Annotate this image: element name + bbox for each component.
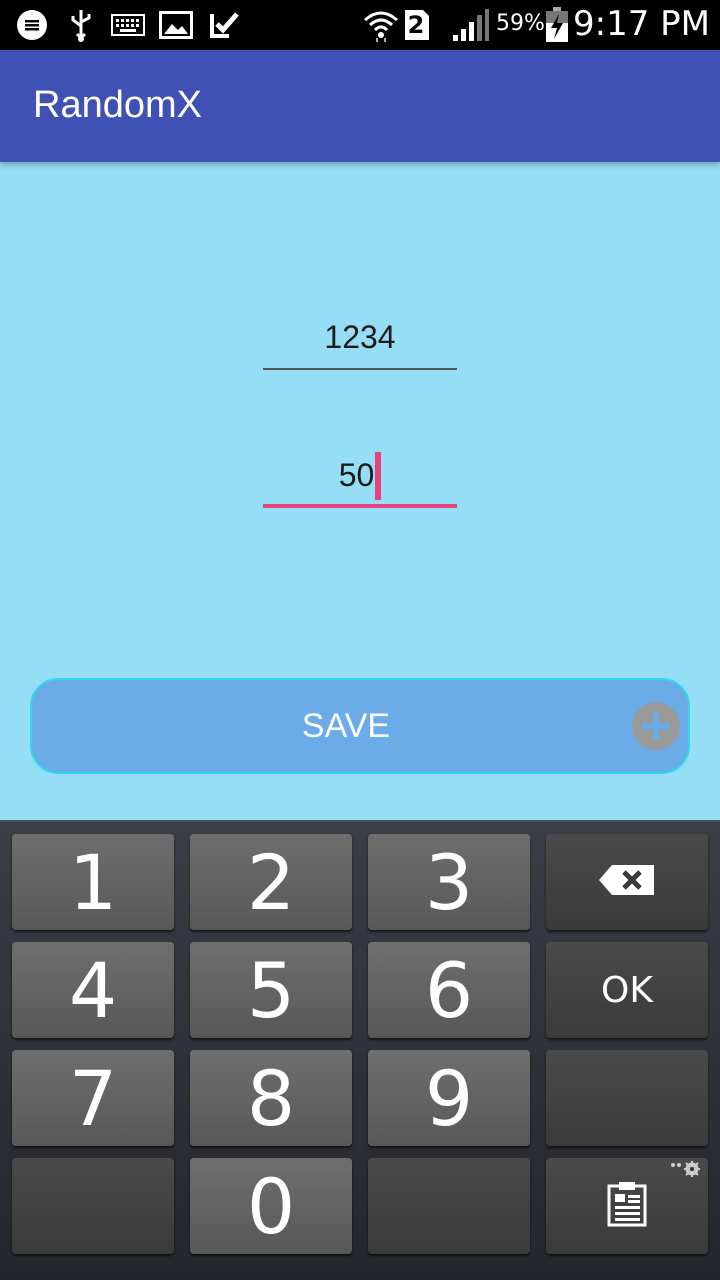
sim-icon: 2: [402, 8, 432, 42]
key-0[interactable]: 0: [190, 1158, 352, 1254]
numeric-keyboard: 1 2 3 4 5 6 OK 7 8 9 0: [0, 820, 720, 1280]
keyboard-icon: [110, 8, 146, 42]
backspace-key[interactable]: [546, 834, 708, 930]
chat-bubble-icon: [14, 8, 50, 42]
app-title: RandomX: [33, 84, 202, 126]
save-button-label: SAVE: [301, 707, 391, 745]
usb-icon: [66, 8, 96, 42]
blank-key-right[interactable]: [546, 1050, 708, 1146]
number-input-2-value: 50: [338, 457, 375, 493]
signal-icon: [450, 8, 490, 42]
number-input-2[interactable]: 50: [263, 450, 457, 508]
check-icon: [208, 8, 242, 42]
key-9[interactable]: 9: [368, 1050, 530, 1146]
clipboard-icon: [607, 1181, 647, 1231]
ok-key-label: OK: [601, 969, 653, 1011]
blank-key-left[interactable]: [12, 1158, 174, 1254]
key-2[interactable]: 2: [190, 834, 352, 930]
key-1[interactable]: 1: [12, 834, 174, 930]
number-input-1[interactable]: 1234: [263, 312, 457, 370]
number-input-1-value: 1234: [324, 319, 396, 355]
settings-gear-icon: [670, 1160, 702, 1182]
clock: 9:17 PM: [573, 4, 710, 44]
app-bar: RandomX: [0, 50, 720, 162]
battery-charging-icon: [544, 7, 570, 42]
ok-key[interactable]: OK: [546, 942, 708, 1038]
plus-circle-icon: [632, 702, 680, 750]
key-7[interactable]: 7: [12, 1050, 174, 1146]
number-input-1-underline: [263, 368, 457, 370]
number-input-2-underline: [263, 504, 457, 508]
key-5[interactable]: 5: [190, 942, 352, 1038]
image-icon: [158, 8, 194, 42]
wifi-icon: [362, 8, 400, 42]
status-bar: 2 59% 9:17 PM: [0, 0, 720, 50]
clipboard-key[interactable]: [546, 1158, 708, 1254]
key-8[interactable]: 8: [190, 1050, 352, 1146]
text-cursor: [375, 451, 382, 500]
battery-percent: 59%: [496, 11, 545, 36]
blank-key-middle[interactable]: [368, 1158, 530, 1254]
backspace-icon: [598, 863, 656, 901]
sim-number: 2: [407, 11, 425, 39]
key-6[interactable]: 6: [368, 942, 530, 1038]
key-3[interactable]: 3: [368, 834, 530, 930]
main-content: 1234 50 SAVE: [0, 162, 720, 820]
key-4[interactable]: 4: [12, 942, 174, 1038]
save-button[interactable]: SAVE: [30, 678, 690, 774]
